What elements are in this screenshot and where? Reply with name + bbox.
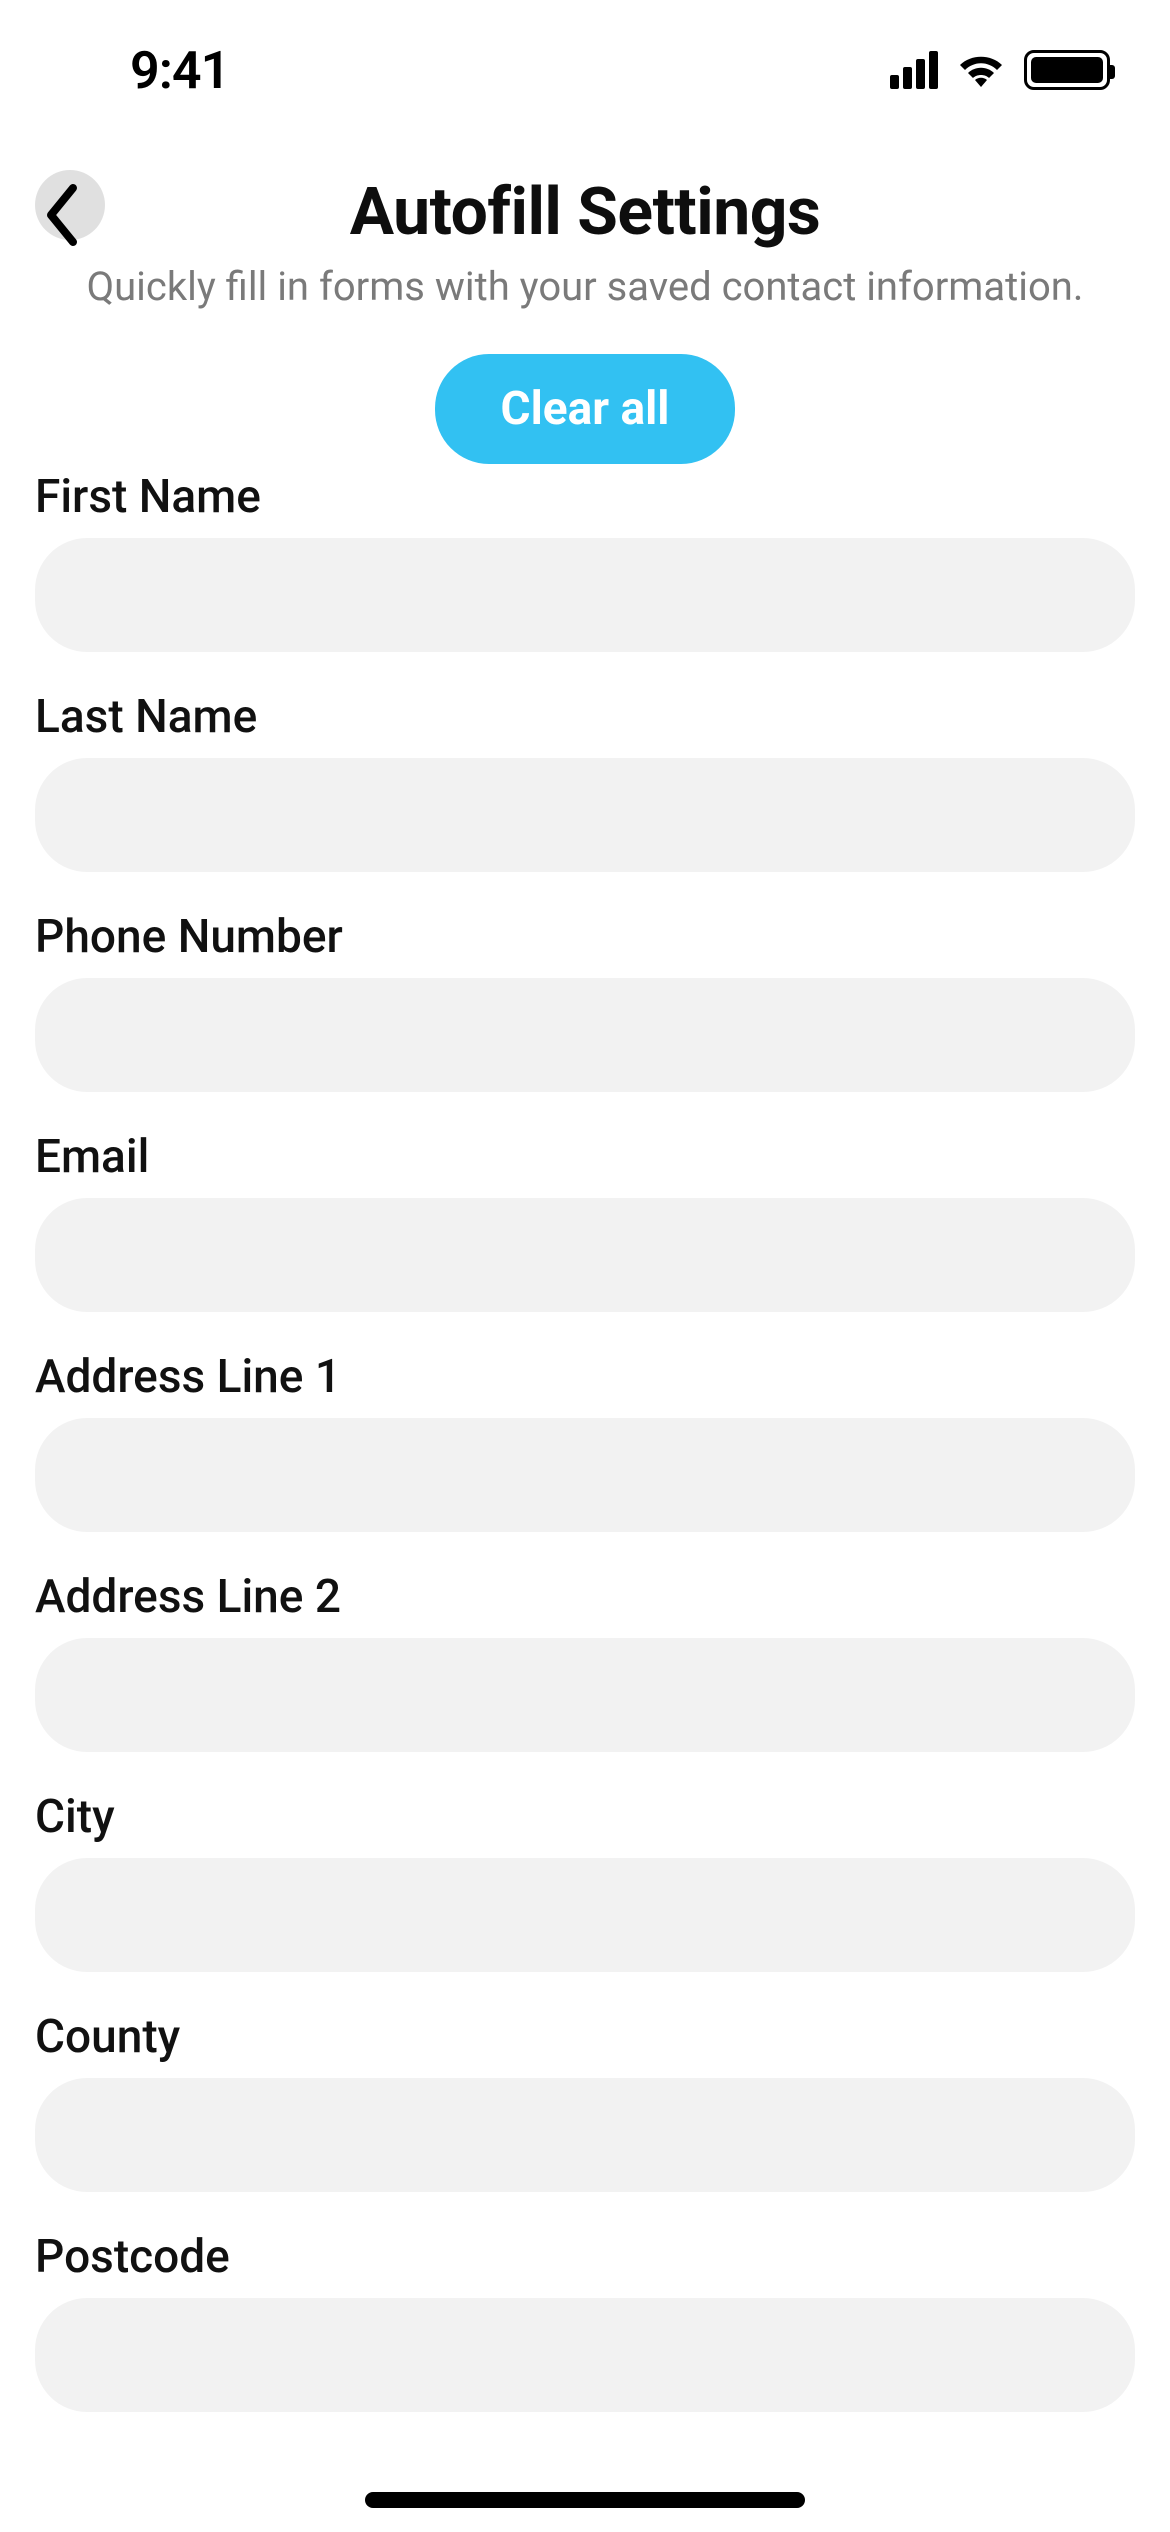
field-email: Email (35, 1130, 1135, 1312)
address-line-1-input[interactable] (35, 1418, 1135, 1532)
field-county: County (35, 2010, 1135, 2192)
field-address-line-1: Address Line 1 (35, 1350, 1135, 1532)
county-label: County (35, 2010, 1135, 2064)
field-last-name: Last Name (35, 690, 1135, 872)
clear-all-button[interactable]: Clear all (435, 354, 736, 464)
phone-number-label: Phone Number (35, 910, 1135, 964)
address-line-2-input[interactable] (35, 1638, 1135, 1752)
status-bar: 9:41 (0, 0, 1170, 140)
postcode-label: Postcode (35, 2230, 1135, 2284)
status-icons (890, 50, 1110, 90)
back-button[interactable] (35, 170, 105, 240)
header: Autofill Settings Quickly fill in forms … (0, 150, 1170, 464)
chevron-left-icon (43, 182, 83, 252)
battery-icon (1024, 50, 1110, 90)
last-name-label: Last Name (35, 690, 1135, 744)
address-line-2-label: Address Line 2 (35, 1570, 1135, 1624)
wifi-icon (956, 51, 1006, 89)
last-name-input[interactable] (35, 758, 1135, 872)
field-phone-number: Phone Number (35, 910, 1135, 1092)
field-postcode: Postcode (35, 2230, 1135, 2412)
address-line-1-label: Address Line 1 (35, 1350, 1135, 1404)
cellular-signal-icon (890, 51, 938, 89)
first-name-label: First Name (35, 470, 1135, 524)
email-label: Email (35, 1130, 1135, 1184)
first-name-input[interactable] (35, 538, 1135, 652)
status-time: 9:41 (130, 40, 229, 101)
page-subtitle: Quickly fill in forms with your saved co… (35, 263, 1135, 310)
home-indicator[interactable] (365, 2492, 805, 2508)
postcode-input[interactable] (35, 2298, 1135, 2412)
email-input[interactable] (35, 1198, 1135, 1312)
field-first-name: First Name (35, 470, 1135, 652)
county-input[interactable] (35, 2078, 1135, 2192)
city-input[interactable] (35, 1858, 1135, 1972)
field-city: City (35, 1790, 1135, 1972)
field-address-line-2: Address Line 2 (35, 1570, 1135, 1752)
autofill-form: First Name Last Name Phone Number Email … (0, 470, 1170, 2450)
phone-number-input[interactable] (35, 978, 1135, 1092)
city-label: City (35, 1790, 1135, 1844)
page-title: Autofill Settings (35, 174, 1135, 251)
